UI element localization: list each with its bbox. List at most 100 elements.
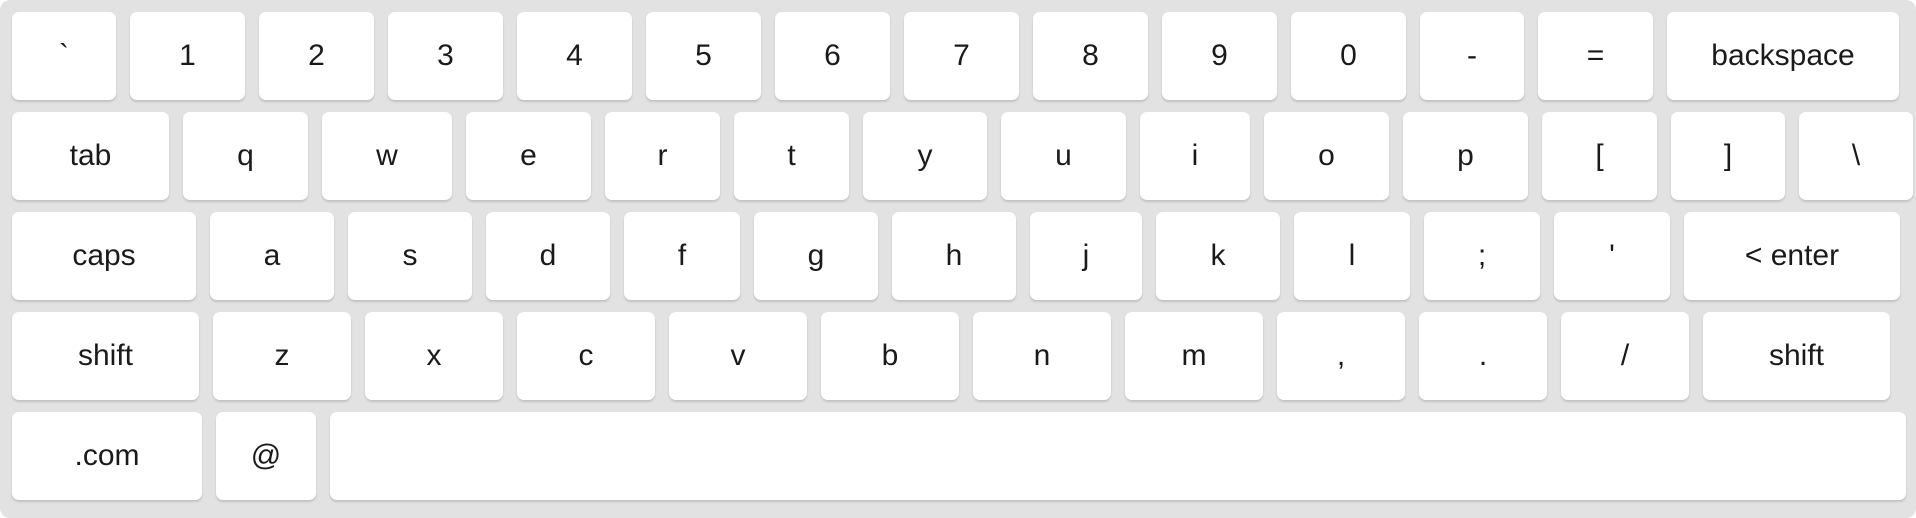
key-label: w	[376, 139, 398, 172]
key-6[interactable]: 6	[775, 12, 890, 100]
key-label: k	[1210, 239, 1226, 272]
virtual-keyboard: ` 1 2 3 4 5 6 7 8 9 0 - = backspace tab …	[0, 0, 1916, 518]
key-label: ]	[1723, 139, 1733, 172]
key-7[interactable]: 7	[904, 12, 1019, 100]
key-slash[interactable]: /	[1561, 312, 1689, 400]
key-0[interactable]: 0	[1291, 12, 1406, 100]
key-enter[interactable]: < enter	[1684, 212, 1900, 300]
key-label: .com	[74, 439, 140, 472]
key-backslash[interactable]: \	[1799, 112, 1913, 200]
key-equals[interactable]: =	[1538, 12, 1653, 100]
key-9[interactable]: 9	[1162, 12, 1277, 100]
keyboard-row-2: tab q w e r t y u i o p [ ] \	[12, 112, 1913, 200]
key-label: n	[1033, 339, 1051, 372]
key-caps[interactable]: caps	[12, 212, 196, 300]
key-label: x	[426, 339, 442, 372]
key-label: backspace	[1711, 39, 1855, 72]
key-label: l	[1348, 239, 1356, 272]
key-label: q	[237, 139, 254, 172]
key-tab[interactable]: tab	[12, 112, 169, 200]
key-label: r	[657, 139, 668, 172]
key-q[interactable]: q	[183, 112, 308, 200]
key-label: '	[1609, 239, 1615, 272]
key-h[interactable]: h	[892, 212, 1016, 300]
key-v[interactable]: v	[669, 312, 807, 400]
key-label: s	[402, 239, 418, 272]
key-c[interactable]: c	[517, 312, 655, 400]
key-label: z	[274, 339, 290, 372]
key-right-bracket[interactable]: ]	[1671, 112, 1785, 200]
key-label: /	[1620, 339, 1630, 372]
key-label: \	[1851, 139, 1861, 172]
key-label: tab	[69, 139, 112, 172]
key-label: a	[263, 239, 281, 272]
key-j[interactable]: j	[1030, 212, 1142, 300]
key-label: ,	[1336, 339, 1346, 372]
key-label: g	[807, 239, 825, 272]
key-label: < enter	[1744, 239, 1840, 272]
key-1[interactable]: 1	[130, 12, 245, 100]
key-label: 5	[695, 39, 712, 72]
key-label: u	[1055, 139, 1072, 172]
key-label: shift	[1768, 339, 1825, 372]
key-label: 2	[308, 39, 325, 72]
key-2[interactable]: 2	[259, 12, 374, 100]
key-t[interactable]: t	[734, 112, 849, 200]
key-w[interactable]: w	[322, 112, 452, 200]
key-space[interactable]	[330, 412, 1906, 500]
key-g[interactable]: g	[754, 212, 878, 300]
key-left-bracket[interactable]: [	[1542, 112, 1657, 200]
key-label: 4	[566, 39, 583, 72]
key-label: c	[578, 339, 594, 372]
key-8[interactable]: 8	[1033, 12, 1148, 100]
key-s[interactable]: s	[348, 212, 472, 300]
key-y[interactable]: y	[863, 112, 987, 200]
key-b[interactable]: b	[821, 312, 959, 400]
key-label: 7	[953, 39, 970, 72]
key-label: 8	[1082, 39, 1099, 72]
key-r[interactable]: r	[605, 112, 720, 200]
key-dot-com[interactable]: .com	[12, 412, 202, 500]
key-label: -	[1467, 39, 1477, 72]
key-label: h	[945, 239, 963, 272]
key-minus[interactable]: -	[1420, 12, 1524, 100]
key-k[interactable]: k	[1156, 212, 1280, 300]
key-l[interactable]: l	[1294, 212, 1410, 300]
key-label: y	[917, 139, 933, 172]
key-shift-left[interactable]: shift	[12, 312, 199, 400]
key-period[interactable]: .	[1419, 312, 1547, 400]
key-backspace[interactable]: backspace	[1667, 12, 1899, 100]
key-4[interactable]: 4	[517, 12, 632, 100]
key-label: j	[1082, 239, 1090, 272]
key-m[interactable]: m	[1125, 312, 1263, 400]
key-f[interactable]: f	[624, 212, 740, 300]
keyboard-row-1: ` 1 2 3 4 5 6 7 8 9 0 - = backspace	[12, 12, 1906, 100]
key-apostrophe[interactable]: '	[1554, 212, 1670, 300]
key-3[interactable]: 3	[388, 12, 503, 100]
key-p[interactable]: p	[1403, 112, 1528, 200]
key-u[interactable]: u	[1001, 112, 1126, 200]
key-label: b	[881, 339, 899, 372]
key-at[interactable]: @	[216, 412, 316, 500]
key-backtick[interactable]: `	[12, 12, 116, 100]
key-z[interactable]: z	[213, 312, 351, 400]
key-n[interactable]: n	[973, 312, 1111, 400]
key-e[interactable]: e	[466, 112, 591, 200]
key-label: i	[1191, 139, 1199, 172]
key-label: 3	[437, 39, 454, 72]
key-label: t	[787, 139, 796, 172]
keyboard-row-4: shift z x c v b n m , . / shift	[12, 312, 1906, 400]
key-comma[interactable]: ,	[1277, 312, 1405, 400]
key-label: .	[1478, 339, 1488, 372]
key-label: 6	[824, 39, 841, 72]
key-5[interactable]: 5	[646, 12, 761, 100]
key-semicolon[interactable]: ;	[1424, 212, 1540, 300]
key-i[interactable]: i	[1140, 112, 1250, 200]
key-o[interactable]: o	[1264, 112, 1389, 200]
key-shift-right[interactable]: shift	[1703, 312, 1890, 400]
key-label: @	[250, 439, 282, 472]
key-x[interactable]: x	[365, 312, 503, 400]
key-d[interactable]: d	[486, 212, 610, 300]
key-label: caps	[72, 239, 136, 272]
key-a[interactable]: a	[210, 212, 334, 300]
